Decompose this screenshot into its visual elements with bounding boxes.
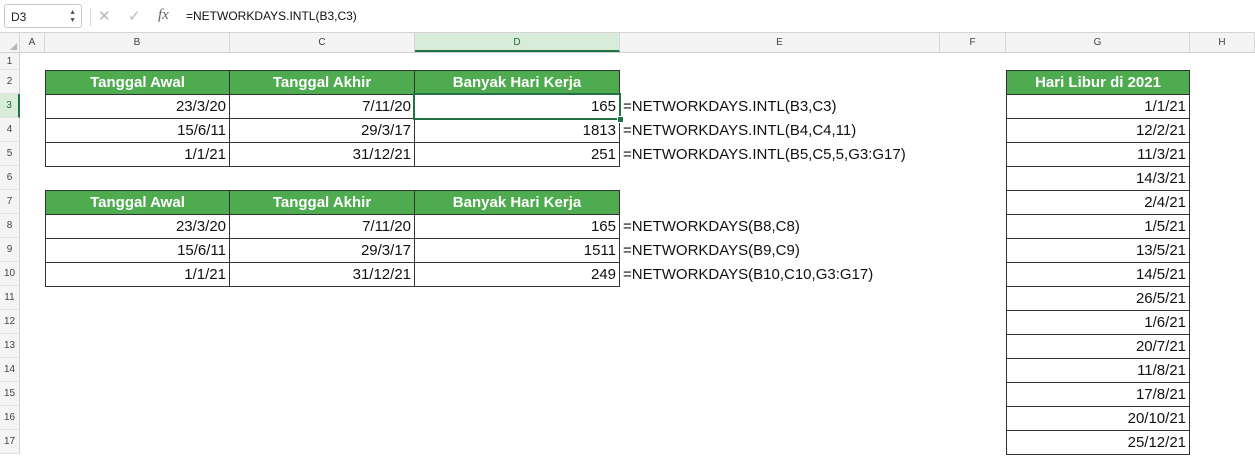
row-header-8[interactable]: 8: [0, 214, 20, 238]
row-header-12[interactable]: 12: [0, 310, 20, 334]
column-header-a[interactable]: A: [20, 33, 45, 52]
cell-e3[interactable]: =NETWORKDAYS.INTL(B3,C3): [623, 94, 837, 119]
row-header-14[interactable]: 14: [0, 358, 20, 382]
formula-input[interactable]: =NETWORKDAYS.INTL(B3,C3): [186, 9, 357, 23]
function-icon[interactable]: fx: [158, 7, 169, 24]
column-header-bar: A B C D E F G H: [0, 33, 1255, 53]
select-all-button[interactable]: [0, 33, 20, 52]
column-header-b[interactable]: B: [45, 33, 230, 52]
cancel-icon[interactable]: ✕: [98, 7, 111, 25]
row-header-17[interactable]: 17: [0, 430, 20, 454]
name-box[interactable]: D3 ▲ ▼: [4, 4, 82, 28]
cell-e9[interactable]: =NETWORKDAYS(B9,C9): [623, 238, 800, 263]
table2-header-end-date: Tanggal Akhir: [229, 190, 415, 215]
name-box-up-icon: ▲: [69, 9, 76, 16]
row-header-7[interactable]: 7: [0, 190, 20, 214]
cell-c10[interactable]: 31/12/21: [229, 262, 415, 287]
row-header-9[interactable]: 9: [0, 238, 20, 262]
holiday-cell[interactable]: 1/5/21: [1006, 214, 1190, 239]
cell-c5[interactable]: 31/12/21: [229, 142, 415, 167]
holiday-cell[interactable]: 2/4/21: [1006, 190, 1190, 215]
holiday-cell[interactable]: 26/5/21: [1006, 286, 1190, 311]
cell-b8[interactable]: 23/3/20: [45, 214, 230, 239]
table1-header-start-date: Tanggal Awal: [45, 70, 230, 95]
enter-icon[interactable]: ✓: [128, 7, 141, 25]
cell-c4[interactable]: 29/3/17: [229, 118, 415, 143]
holiday-cell[interactable]: 1/6/21: [1006, 310, 1190, 335]
row-header-5[interactable]: 5: [0, 142, 20, 166]
holiday-cell[interactable]: 12/2/21: [1006, 118, 1190, 143]
holiday-cell[interactable]: 14/3/21: [1006, 166, 1190, 191]
holiday-cell[interactable]: 13/5/21: [1006, 238, 1190, 263]
cell-d5[interactable]: 251: [414, 142, 620, 167]
holiday-cell[interactable]: 11/3/21: [1006, 142, 1190, 167]
holiday-cell[interactable]: 20/10/21: [1006, 406, 1190, 431]
holiday-cell[interactable]: 25/12/21: [1006, 430, 1190, 455]
holiday-cell[interactable]: 1/1/21: [1006, 94, 1190, 119]
cell-d10[interactable]: 249: [414, 262, 620, 287]
row-header-16[interactable]: 16: [0, 406, 20, 430]
separator: [90, 8, 91, 26]
row-header-2[interactable]: 2: [0, 70, 20, 94]
cell-e4[interactable]: =NETWORKDAYS.INTL(B4,C4,11): [623, 118, 856, 143]
cell-b5[interactable]: 1/1/21: [45, 142, 230, 167]
column-header-c[interactable]: C: [230, 33, 415, 52]
column-header-e[interactable]: E: [620, 33, 940, 52]
row-header-10[interactable]: 10: [0, 262, 20, 286]
cell-c3[interactable]: 7/11/20: [229, 94, 415, 119]
name-box-value: D3: [11, 10, 27, 24]
cell-b10[interactable]: 1/1/21: [45, 262, 230, 287]
row-header-4[interactable]: 4: [0, 118, 20, 142]
cell-d3[interactable]: 165: [414, 94, 620, 119]
cell-e5[interactable]: =NETWORKDAYS.INTL(B5,C5,5,G3:G17): [623, 142, 906, 167]
cell-d4[interactable]: 1813: [414, 118, 620, 143]
table1-header-end-date: Tanggal Akhir: [229, 70, 415, 95]
row-header-6[interactable]: 6: [0, 166, 20, 190]
cell-e8[interactable]: =NETWORKDAYS(B8,C8): [623, 214, 800, 239]
row-header-13[interactable]: 13: [0, 334, 20, 358]
row-header-1[interactable]: 1: [0, 53, 20, 70]
holiday-cell[interactable]: 17/8/21: [1006, 382, 1190, 407]
table2-header-start-date: Tanggal Awal: [45, 190, 230, 215]
cell-e10[interactable]: =NETWORKDAYS(B10,C10,G3:G17): [623, 262, 873, 287]
cell-d8[interactable]: 165: [414, 214, 620, 239]
cell-c9[interactable]: 29/3/17: [229, 238, 415, 263]
cell-b4[interactable]: 15/6/11: [45, 118, 230, 143]
name-box-down-icon: ▼: [69, 17, 76, 24]
column-header-f[interactable]: F: [940, 33, 1006, 52]
row-header-11[interactable]: 11: [0, 286, 20, 310]
column-header-d[interactable]: D: [415, 33, 620, 52]
row-header-3[interactable]: 3: [0, 94, 20, 118]
column-header-g[interactable]: G: [1006, 33, 1190, 52]
column-header-h[interactable]: H: [1190, 33, 1255, 52]
holiday-cell[interactable]: 11/8/21: [1006, 358, 1190, 383]
holidays-header: Hari Libur di 2021: [1006, 70, 1190, 95]
table1-header-workdays: Banyak Hari Kerja: [414, 70, 620, 95]
formula-bar: D3 ▲ ▼ ✕ ✓ fx =NETWORKDAYS.INTL(B3,C3): [0, 0, 1255, 33]
table2-header-workdays: Banyak Hari Kerja: [414, 190, 620, 215]
holiday-cell[interactable]: 14/5/21: [1006, 262, 1190, 287]
row-header-15[interactable]: 15: [0, 382, 20, 406]
holiday-cell[interactable]: 20/7/21: [1006, 334, 1190, 359]
cell-d9[interactable]: 1511: [414, 238, 620, 263]
cell-c8[interactable]: 7/11/20: [229, 214, 415, 239]
fill-handle[interactable]: [617, 116, 624, 123]
cell-b9[interactable]: 15/6/11: [45, 238, 230, 263]
cell-b3[interactable]: 23/3/20: [45, 94, 230, 119]
